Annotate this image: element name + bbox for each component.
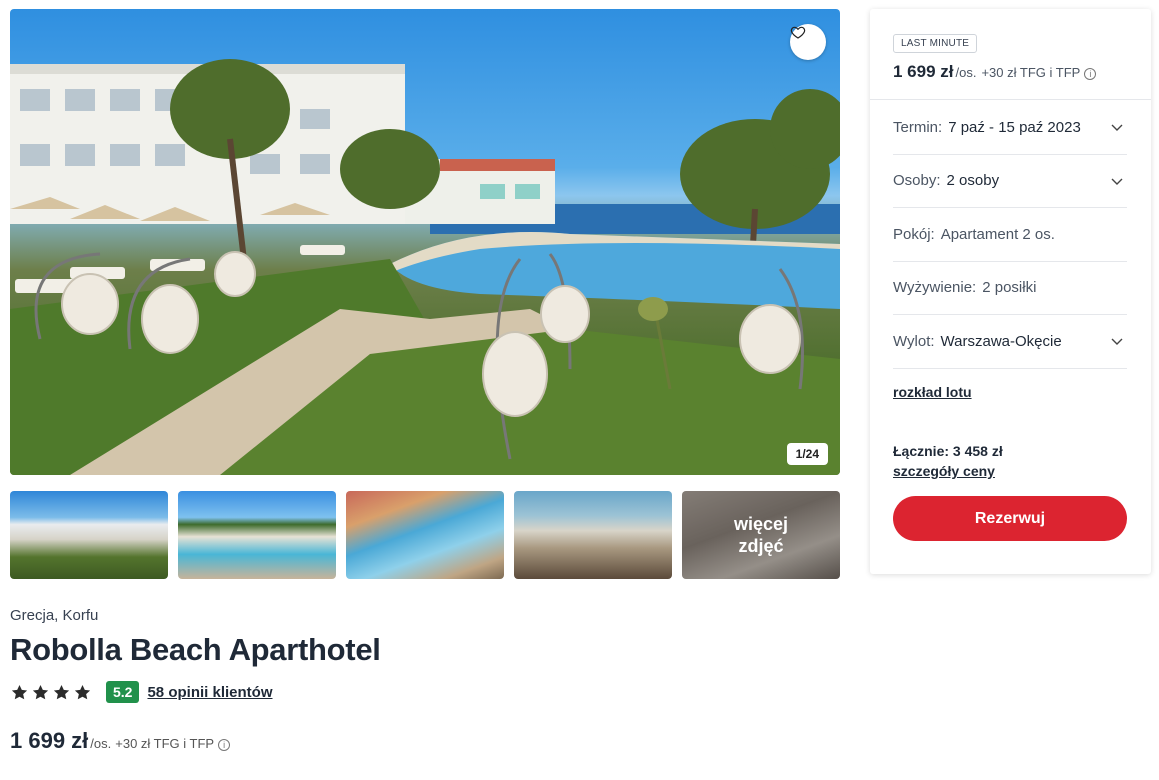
persons-label: Osoby: [893,172,941,190]
price-details-link[interactable]: szczegóły ceny [893,463,995,479]
term-selector[interactable]: Termin: 7 paź - 15 paź 2023 [893,101,1127,155]
star-icon [74,684,91,699]
persons-selector[interactable]: Osoby: 2 osoby [893,155,1127,208]
term-value: 7 paź - 15 paź 2023 [948,118,1081,136]
booking-price-extra: +30 zł TFG i TFP [981,65,1081,80]
total-price: Łącznie: 3 458 zł [893,443,1003,459]
more-photos-label: więcej zdjęć [682,491,840,579]
star-icon [53,684,70,699]
thumbnail-4[interactable] [514,491,672,579]
booking-card: LAST MINUTE 1 699 zł /os. +30 zł TFG i T… [870,9,1151,574]
thumbnail-3[interactable] [346,491,504,579]
hotel-name: Robolla Beach Aparthotel [10,632,381,667]
info-icon[interactable]: i [1084,68,1097,80]
score-badge: 5.2 [106,681,140,703]
room-label: Pokój: [893,225,935,243]
heart-icon [790,26,806,39]
star-rating [10,683,92,702]
persons-value: 2 osoby [946,172,1000,190]
last-minute-badge: LAST MINUTE [893,34,978,53]
booking-price-per: /os. [955,65,977,80]
room-value: Apartament 2 os. [940,225,1055,243]
book-button[interactable]: Rezerwuj [893,496,1127,541]
thumbnail-1[interactable] [10,491,168,579]
chevron-down-icon [1111,124,1123,132]
departure-value: Warszawa-Okęcie [940,332,1062,350]
chevron-down-icon [1111,178,1123,185]
price-extra-fees: +30 zł TFG i TFP [115,736,215,751]
thumbnail-2[interactable] [178,491,336,579]
hotel-location: Grecja, Korfu [10,607,99,624]
star-icon [32,684,49,699]
board-label: Wyżywienie: [893,279,977,297]
board-row: Wyżywienie: 2 posiłki [893,262,1127,315]
rating-row: 5.2 58 opinii klientów [10,680,273,704]
favorite-button[interactable] [790,24,826,60]
board-value: 2 posiłki [982,279,1037,297]
booking-price-amount: 1 699 zł [893,62,954,81]
more-photos-thumbnail[interactable]: więcej zdjęć [682,491,840,579]
star-icon [11,684,28,699]
term-label: Termin: [893,118,943,136]
main-hotel-photo[interactable]: 1/24 [10,9,840,475]
booking-card-header: LAST MINUTE 1 699 zł /os. +30 zł TFG i T… [870,9,1151,100]
price-line: 1 699 zł /os. +30 zł TFG i TFP i [10,728,231,754]
price-per-person: /os. [90,736,112,751]
price-amount: 1 699 zł [10,728,89,753]
info-icon[interactable]: i [218,739,231,751]
booking-options: Termin: 7 paź - 15 paź 2023 Osoby: 2 osoby… [893,101,1127,369]
reviews-link[interactable]: 58 opinii klientów [147,684,272,701]
departure-selector[interactable]: Wylot: Warszawa-Okęcie [893,315,1127,369]
hotel-pool-scene [10,59,840,475]
photo-counter: 1/24 [786,443,828,465]
flight-schedule-link[interactable]: rozkład lotu [893,384,972,400]
booking-price: 1 699 zł /os. +30 zł TFG i TFP i [893,62,1129,82]
chevron-down-icon [1111,338,1123,346]
thumbnail-strip: więcej zdjęć [10,491,840,579]
room-row: Pokój: Apartament 2 os. [893,208,1127,262]
departure-label: Wylot: [893,332,935,350]
